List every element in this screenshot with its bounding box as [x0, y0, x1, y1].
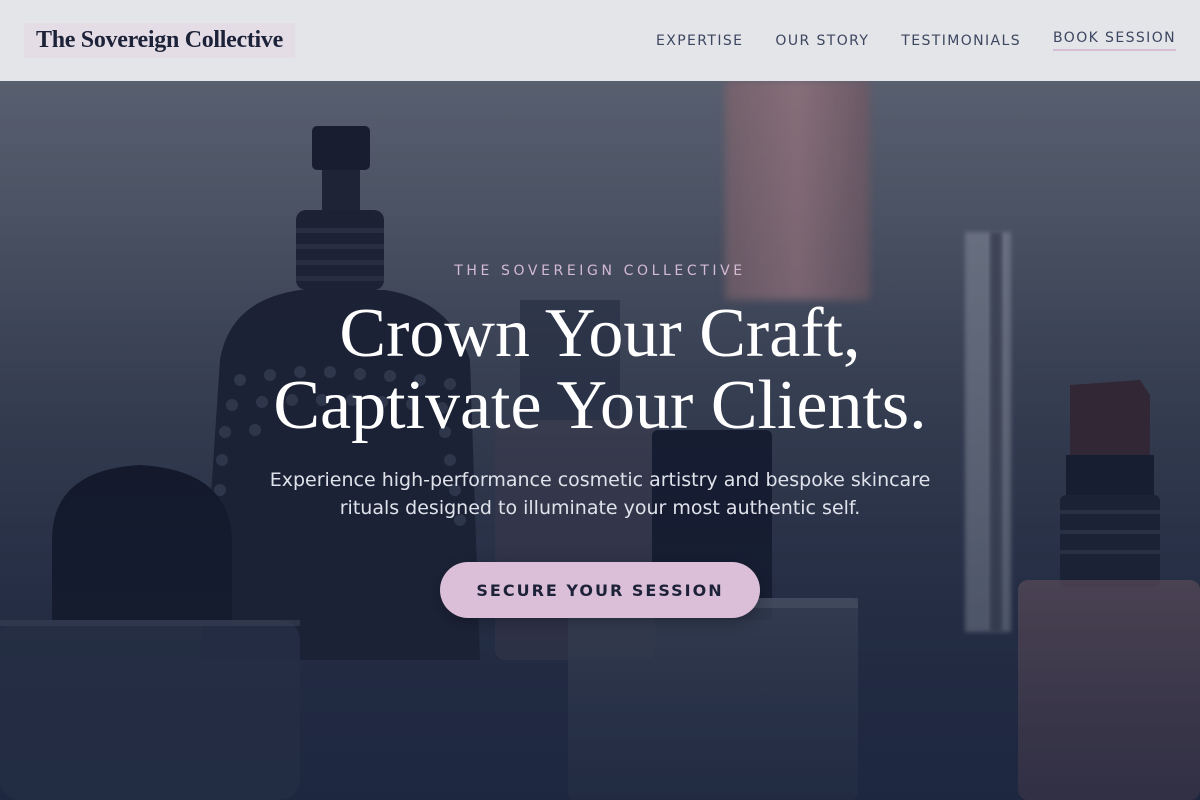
nav-link-testimonials[interactable]: TESTIMONIALS: [901, 31, 1021, 51]
hero-headline: Crown Your Craft, Captivate Your Clients…: [0, 298, 1200, 442]
nav-link-expertise[interactable]: EXPERTISE: [656, 31, 743, 51]
nav-link-book-session[interactable]: BOOK SESSION: [1053, 28, 1176, 51]
nav-links: EXPERTISE OUR STORY TESTIMONIALS BOOK SE…: [656, 30, 1176, 51]
secure-session-button[interactable]: SECURE YOUR SESSION: [440, 562, 760, 618]
hero-section: THE SOVEREIGN COLLECTIVE Crown Your Craf…: [0, 0, 1200, 800]
nav-link-our-story[interactable]: OUR STORY: [775, 31, 869, 51]
hero-eyebrow: THE SOVEREIGN COLLECTIVE: [454, 263, 746, 279]
hero-headline-line2: Captivate Your Clients.: [273, 367, 927, 444]
hero-subtext: Experience high-performance cosmetic art…: [269, 469, 931, 519]
navbar: The Sovereign Collective EXPERTISE OUR S…: [0, 0, 1200, 81]
hero-headline-line1: Crown Your Craft,: [339, 295, 861, 372]
brand-logo[interactable]: The Sovereign Collective: [24, 23, 295, 58]
